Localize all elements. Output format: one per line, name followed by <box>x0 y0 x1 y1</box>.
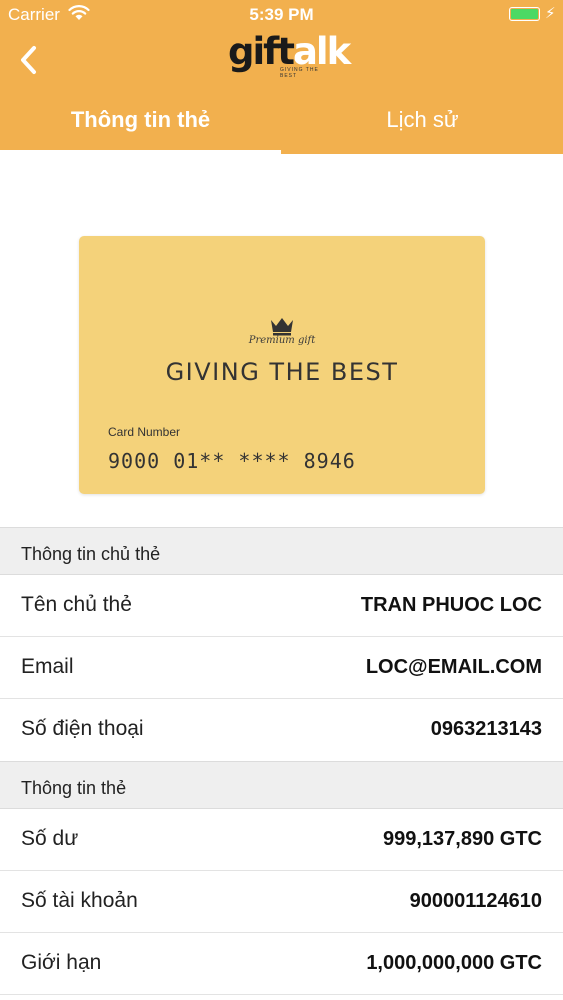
status-time: 5:39 PM <box>249 5 314 24</box>
tab-history[interactable]: Lịch sử <box>282 92 563 154</box>
card-slogan: GIVING THE BEST <box>165 358 399 386</box>
card-number-label: Card Number <box>108 425 181 439</box>
card-number: 9000 01** **** 8946 <box>108 449 356 473</box>
row-value: 0963213143 <box>430 718 542 740</box>
row-value: TRAN PHUOC LOC <box>360 594 542 616</box>
row-holder-name: Tên chủ thẻ TRAN PHUOC LOC <box>0 575 563 637</box>
logo-tagline: GIVING THE BEST <box>280 67 319 79</box>
row-email: Email LOC@EMAIL.COM <box>0 637 563 699</box>
row-value: 1,000,000,000 GTC <box>366 952 542 974</box>
crown-icon <box>271 318 293 336</box>
row-balance: Số dư 999,137,890 GTC <box>0 809 563 871</box>
nav-header: Carrier 5:39 PM ⚡ giftalk GIVING THE BES… <box>0 0 563 154</box>
tab-selected-indicator <box>0 150 281 154</box>
giftalk-logo: giftalk GIVING THE BEST <box>228 32 351 80</box>
section-card-info: Thông tin thẻ <box>0 761 563 809</box>
charging-bolt-icon: ⚡ <box>545 5 556 22</box>
row-label: Tên chủ thẻ <box>21 593 132 616</box>
row-account-number: Số tài khoản 900001124610 <box>0 871 563 933</box>
row-phone: Số điện thoại 0963213143 <box>0 699 563 761</box>
row-value: 900001124610 <box>409 890 542 912</box>
section-title: Thông tin chủ thẻ <box>21 544 161 564</box>
gift-card: Premium gift GIVING THE BEST Card Number… <box>79 236 485 494</box>
section-title: Thông tin thẻ <box>21 778 127 798</box>
row-label: Số dư <box>21 827 79 850</box>
row-label: Số tài khoản <box>21 889 138 912</box>
row-limit: Giới hạn 1,000,000,000 GTC <box>0 933 563 995</box>
row-label: Email <box>21 655 74 678</box>
card-premium-label: Premium gift <box>248 335 316 346</box>
tab-bar: Thông tin thẻ Lịch sử <box>0 92 563 154</box>
battery-level <box>511 9 538 19</box>
row-label: Giới hạn <box>21 951 102 974</box>
row-label: Số điện thoại <box>21 717 144 740</box>
row-value: LOC@EMAIL.COM <box>365 656 542 678</box>
chevron-left-icon <box>21 46 36 74</box>
back-button[interactable] <box>16 40 50 80</box>
tab-card-info[interactable]: Thông tin thẻ <box>0 92 281 154</box>
logo-wordmark: giftalk <box>228 32 351 72</box>
status-bar: Carrier 5:39 PM ⚡ <box>0 0 563 30</box>
section-holder-info: Thông tin chủ thẻ <box>0 527 563 575</box>
row-value: 999,137,890 GTC <box>383 828 542 850</box>
battery-icon <box>509 7 540 21</box>
row-divider <box>0 994 563 995</box>
